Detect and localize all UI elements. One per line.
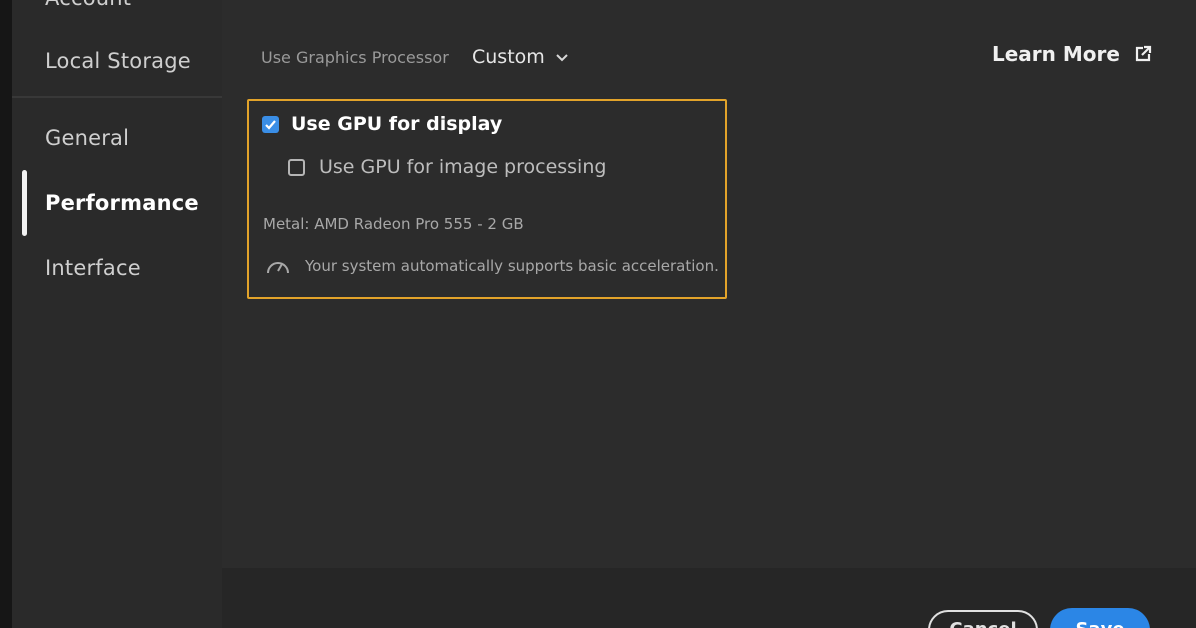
graphics-processor-label: Use Graphics Processor [261,48,449,67]
sidebar-item-interface[interactable]: Interface [45,256,141,280]
sidebar-item-local-storage[interactable]: Local Storage [45,49,191,73]
gpu-display-label: Use GPU for display [291,113,503,135]
sidebar-item-general[interactable]: General [45,126,129,150]
learn-more-label: Learn More [992,42,1120,66]
dialog-footer: Cancel Save [222,568,1196,628]
selected-indicator [22,170,27,236]
checkmark-icon [265,119,276,130]
gpu-options-box: Use GPU for display Use GPU for image pr… [247,99,727,299]
sidebar-divider [12,96,222,98]
performance-panel: Use Graphics Processor Custom Learn More [222,0,1196,568]
chevron-down-icon [556,54,568,62]
graphics-processor-dropdown[interactable]: Custom [472,46,569,68]
acceleration-note-text: Your system automatically supports basic… [305,257,719,275]
learn-more-link[interactable]: Learn More [992,42,1152,66]
external-link-icon [1135,45,1152,62]
gpu-display-option[interactable]: Use GPU for display [262,113,502,135]
speedometer-icon [267,262,289,274]
gpu-image-processing-checkbox[interactable] [288,158,305,176]
preferences-window: Account Local Storage General Performanc… [0,0,1196,628]
cancel-button[interactable]: Cancel [928,610,1038,628]
gpu-image-processing-label: Use GPU for image processing [319,156,607,178]
sidebar-item-performance[interactable]: Performance [45,191,199,215]
window-edge [0,0,12,628]
graphics-processor-value: Custom [472,46,545,68]
gpu-info-text: Metal: AMD Radeon Pro 555 - 2 GB [263,215,524,233]
preferences-sidebar: Account Local Storage General Performanc… [12,0,222,628]
gpu-image-processing-option[interactable]: Use GPU for image processing [288,156,606,178]
gpu-display-checkbox[interactable] [262,115,279,133]
save-button[interactable]: Save [1050,608,1150,628]
acceleration-note: Your system automatically supports basic… [265,255,719,277]
sidebar-item-account[interactable]: Account [45,0,131,10]
